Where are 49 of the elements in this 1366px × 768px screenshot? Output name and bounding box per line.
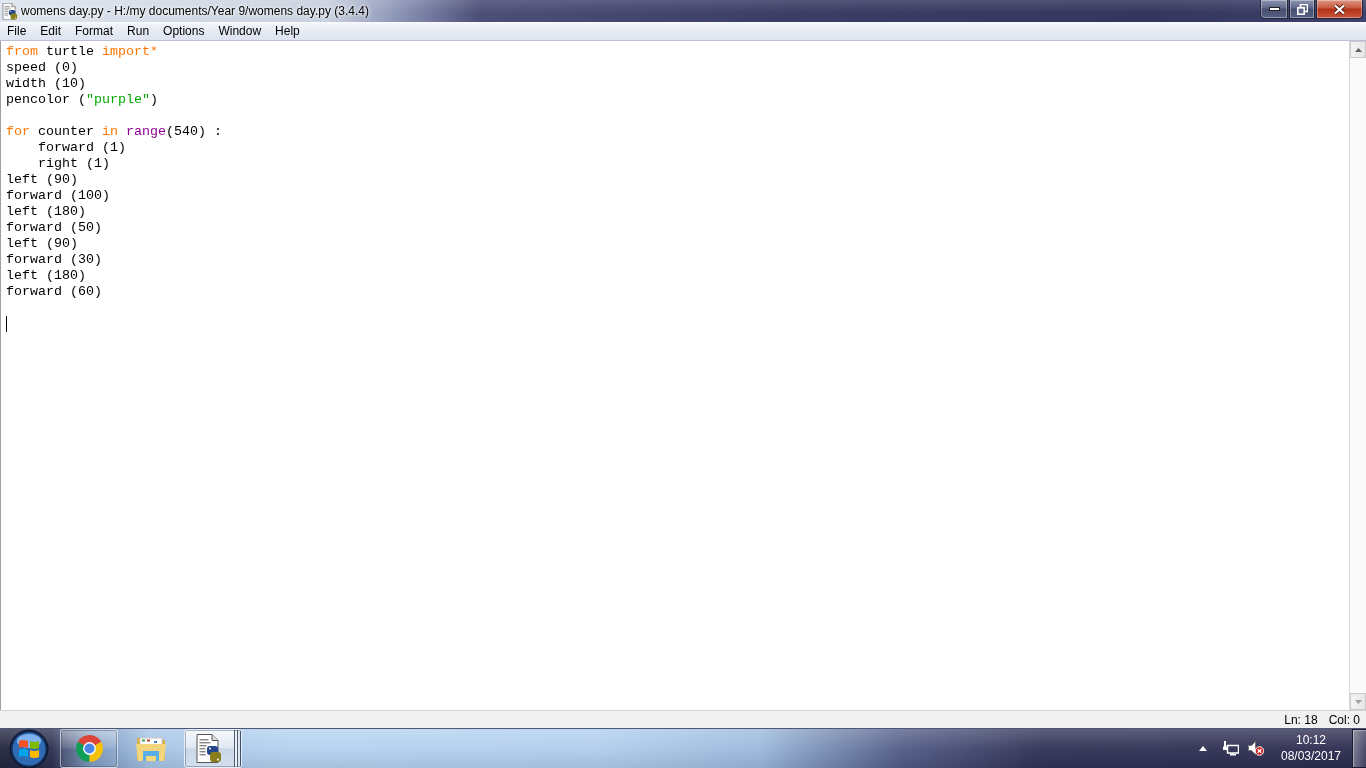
menu-item[interactable]: Run [120,22,157,40]
code-line: width (10) [6,76,86,92]
code-line: from turtle import* [6,44,158,60]
clock[interactable]: 10:12 08/03/2017 [1278,729,1344,768]
code-line: forward (60) [6,284,102,300]
menu-item[interactable]: File [0,22,34,40]
column-number: Col: 0 [1328,712,1360,727]
show-desktop-button[interactable] [1352,729,1366,768]
up-triangle-icon [1199,746,1207,751]
windows-logo-icon [9,728,49,768]
minimize-button[interactable] [1260,0,1288,19]
down-arrow-icon [1354,699,1362,704]
clock-date: 08/03/2017 [1280,748,1342,764]
menu-item[interactable]: Edit [33,22,69,40]
menu-item[interactable]: Options [156,22,212,40]
code-line: left (180) [6,268,86,284]
menu-item[interactable]: Help [268,22,307,40]
code-line: speed (0) [6,60,78,76]
code-line: for counter in range(540) : [6,124,222,140]
line-number: Ln: 18 [1284,712,1318,727]
scroll-up-button[interactable] [1350,41,1366,58]
code-line: forward (100) [6,188,110,204]
vertical-scrollbar[interactable] [1349,41,1366,710]
code-line: forward (1) [38,140,126,156]
browser-icon [74,734,104,763]
menu-item[interactable]: Format [68,22,121,40]
code-line: forward (30) [6,252,102,268]
code-line: left (90) [6,236,78,252]
restore-button[interactable] [1289,0,1315,19]
clock-time: 10:12 [1296,732,1326,748]
taskbar-button[interactable] [184,729,242,768]
text-cursor [6,316,7,332]
code-line: left (180) [6,204,86,220]
speaker-muted-icon[interactable] [1248,741,1264,756]
code-line: pencolor ("purple") [6,92,158,108]
folder-icon [135,734,167,763]
python-file-icon [196,734,222,763]
python-file-icon [2,2,18,20]
restore-icon [1296,3,1308,15]
up-arrow-icon [1354,47,1362,52]
code-line: left (90) [6,172,78,188]
menu-item[interactable]: Window [211,22,269,40]
network-icon[interactable] [1223,741,1239,756]
window-title: womens day.py - H:/my documents/Year 9/womens day.py (3.4.4) [21,4,369,18]
code-line: right (1) [38,156,110,172]
close-icon [1333,3,1346,15]
close-button[interactable] [1316,0,1363,19]
code-line: forward (50) [6,220,102,236]
minimize-icon [1268,7,1280,11]
